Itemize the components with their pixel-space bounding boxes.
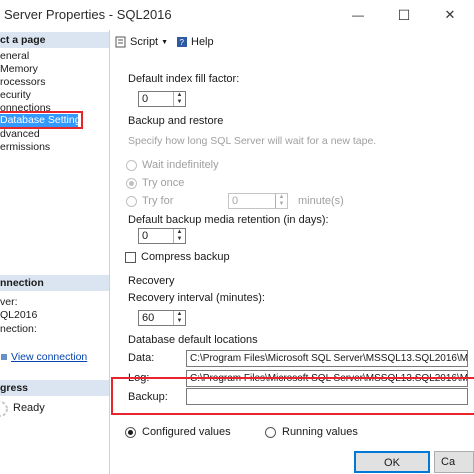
recovery-interval-value: 60 <box>142 312 155 324</box>
window-title: Server Properties - SQL2016 <box>4 7 172 22</box>
bottom-bar: Configured values Running values OK Ca <box>110 420 474 474</box>
server-value: QL2016 <box>0 309 38 321</box>
try-once-radio[interactable] <box>126 178 137 189</box>
recovery-interval-spinner[interactable]: 60 ▲ ▼ <box>138 310 186 326</box>
recovery-interval-label: Recovery interval (minutes): <box>128 292 265 304</box>
default-locations-label: Database default locations <box>128 334 258 346</box>
progress-header: gress <box>0 380 109 396</box>
script-label: Script <box>130 36 159 48</box>
spin-down-icon[interactable]: ▼ <box>174 318 185 325</box>
spin-up-icon[interactable]: ▲ <box>174 229 185 236</box>
spin-up-icon[interactable]: ▲ <box>174 92 185 99</box>
server-label: ver: <box>0 296 18 308</box>
close-button[interactable]: ✕ <box>427 0 473 30</box>
script-button[interactable]: Script ▼ <box>115 36 168 48</box>
view-connection-link[interactable]: View connection <box>0 351 87 363</box>
page-memory[interactable]: Memory <box>0 63 38 75</box>
try-for-spinner[interactable]: 0 ▲ ▼ <box>228 193 288 209</box>
ok-button[interactable]: OK <box>354 451 430 473</box>
spin-up-icon[interactable]: ▲ <box>174 311 185 318</box>
page-advanced[interactable]: dvanced <box>0 128 40 140</box>
progress-status: Ready <box>13 402 45 414</box>
retention-spinner[interactable]: 0 ▲ ▼ <box>138 228 186 244</box>
fill-factor-label: Default index fill factor: <box>128 73 240 85</box>
cancel-button[interactable]: Ca <box>434 451 474 473</box>
fill-factor-value: 0 <box>142 93 149 105</box>
connection-label: nection: <box>0 323 37 335</box>
spin-down-icon[interactable]: ▼ <box>174 236 185 243</box>
page-processors[interactable]: rocessors <box>0 76 46 88</box>
highlight-database-settings <box>0 111 83 129</box>
toolbar: Script ▼ ? Help <box>110 30 474 57</box>
configured-values-label: Configured values <box>142 426 231 438</box>
spin-up-icon[interactable]: ▲ <box>276 194 287 201</box>
fill-factor-spinner[interactable]: 0 ▲ ▼ <box>138 91 186 107</box>
view-connection-label: View connection <box>11 351 88 363</box>
spin-down-icon[interactable]: ▼ <box>276 201 287 208</box>
page-general[interactable]: eneral <box>0 50 29 62</box>
select-page-header: ct a page <box>0 32 109 48</box>
page-security[interactable]: ecurity <box>0 89 31 101</box>
compress-backup-label: Compress backup <box>141 251 230 263</box>
maximize-icon: ☐ <box>397 6 411 23</box>
help-icon: ? <box>177 37 187 47</box>
tape-wait-label: Specify how long SQL Server will wait fo… <box>128 135 377 147</box>
try-for-label: Try for <box>142 195 174 207</box>
progress-spinner-icon <box>0 400 12 421</box>
try-for-radio[interactable] <box>126 196 137 207</box>
try-once-label: Try once <box>142 177 185 189</box>
help-label: Help <box>191 36 214 48</box>
configured-values-radio[interactable] <box>125 427 136 438</box>
compress-backup-checkbox[interactable] <box>125 252 136 263</box>
maximize-button[interactable]: ☐ <box>381 0 427 30</box>
wait-indefinitely-radio[interactable] <box>126 160 137 171</box>
data-path-input[interactable]: C:\Program Files\Microsoft SQL Server\MS… <box>186 350 468 367</box>
wait-indefinitely-label: Wait indefinitely <box>142 159 219 171</box>
recovery-label: Recovery <box>128 275 175 287</box>
page-permissions[interactable]: ermissions <box>0 141 50 153</box>
help-button[interactable]: ? Help <box>176 36 214 48</box>
running-values-label: Running values <box>282 426 358 438</box>
minimize-icon: — <box>352 8 364 22</box>
connection-icon <box>1 354 7 360</box>
data-label: Data: <box>128 352 155 364</box>
connection-header: nnection <box>0 275 109 291</box>
retention-label: Default backup media retention (in days)… <box>128 214 329 226</box>
script-icon <box>115 36 126 48</box>
minimize-button[interactable]: — <box>335 0 381 30</box>
running-values-radio[interactable] <box>265 427 276 438</box>
try-for-value: 0 <box>232 195 239 207</box>
close-icon: ✕ <box>444 7 456 22</box>
retention-value: 0 <box>142 230 149 242</box>
left-pane: ct a page eneral Memory rocessors ecurit… <box>0 30 110 474</box>
minutes-label: minute(s) <box>298 195 344 207</box>
spin-down-icon[interactable]: ▼ <box>174 99 185 106</box>
highlight-backup-location <box>111 377 474 415</box>
svg-text:?: ? <box>180 38 185 47</box>
title-bar: Server Properties - SQL2016 — ☐ ✕ <box>0 0 474 30</box>
backup-restore-label: Backup and restore <box>128 115 224 127</box>
chevron-down-icon: ▼ <box>161 38 169 46</box>
